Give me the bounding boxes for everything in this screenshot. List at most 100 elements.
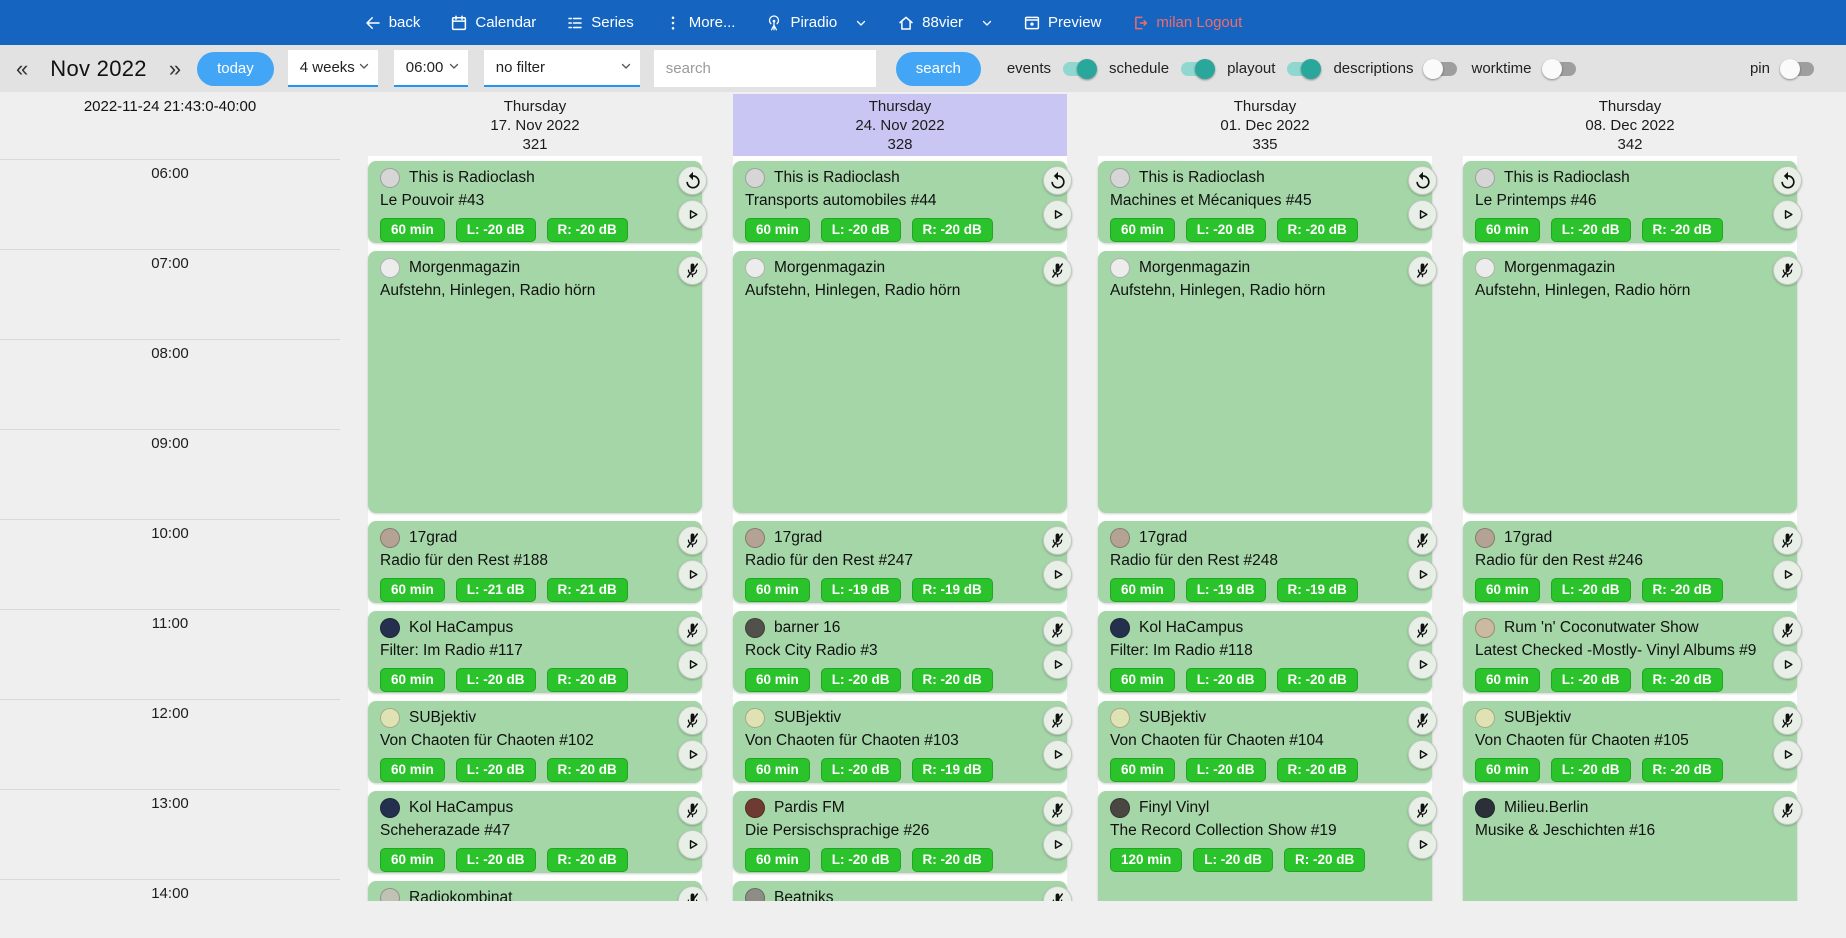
dropdown-chevron-piradio[interactable] (855, 17, 867, 29)
play-button[interactable] (1773, 650, 1802, 679)
event-card-this-is-radioclash[interactable]: This is RadioclashTransports automobiles… (733, 161, 1067, 243)
event-card-17grad[interactable]: 17gradRadio für den Rest #24860 minL: -1… (1098, 521, 1432, 603)
day-header-08-dec-2022[interactable]: Thursday08. Dec 2022342 (1463, 94, 1797, 156)
play-button[interactable] (1773, 560, 1802, 589)
event-card-this-is-radioclash[interactable]: This is RadioclashLe Pouvoir #4360 minL:… (368, 161, 702, 243)
event-card-kol-hacampus[interactable]: Kol HaCampusFilter: Im Radio #11760 minL… (368, 611, 702, 693)
event-card-kol-hacampus[interactable]: Kol HaCampusFilter: Im Radio #11860 minL… (1098, 611, 1432, 693)
event-card-17grad[interactable]: 17gradRadio für den Rest #24760 minL: -1… (733, 521, 1067, 603)
mic-off-button[interactable] (1408, 526, 1437, 555)
play-button[interactable] (1773, 200, 1802, 229)
mic-off-button[interactable] (1043, 616, 1072, 645)
play-button[interactable] (1043, 560, 1072, 589)
event-card-milieu-berlin[interactable]: Milieu.BerlinMusike & Jeschichten #16 (1463, 791, 1797, 901)
toggle-worktime[interactable] (1542, 59, 1578, 79)
today-button[interactable]: today (197, 52, 274, 86)
mic-off-button[interactable] (1773, 796, 1802, 825)
play-button[interactable] (678, 740, 707, 769)
event-card-this-is-radioclash[interactable]: This is RadioclashLe Printemps #4660 min… (1463, 161, 1797, 243)
play-button[interactable] (1043, 650, 1072, 679)
mic-off-button[interactable] (678, 706, 707, 735)
play-button[interactable] (678, 830, 707, 859)
mic-off-button[interactable] (1773, 256, 1802, 285)
event-card-finyl-vinyl[interactable]: Finyl VinylThe Record Collection Show #1… (1098, 791, 1432, 901)
mic-off-button[interactable] (1043, 706, 1072, 735)
mic-off-button[interactable] (678, 256, 707, 285)
range-select[interactable]: 4 weeks (288, 50, 378, 87)
event-card-subjektiv[interactable]: SUBjektivVon Chaoten für Chaoten #10260 … (368, 701, 702, 783)
play-button[interactable] (678, 200, 707, 229)
mic-off-button[interactable] (1408, 706, 1437, 735)
event-card-kol-hacampus[interactable]: Kol HaCampusScheherazade #4760 minL: -20… (368, 791, 702, 873)
nav-item-milan-logout[interactable]: milan Logout (1131, 14, 1242, 32)
search-input[interactable] (654, 50, 876, 87)
next-month-button[interactable]: » (167, 56, 183, 82)
mic-off-button[interactable] (1773, 616, 1802, 645)
duration-badge: 60 min (380, 668, 445, 692)
time-select[interactable]: 06:00 (394, 50, 468, 87)
event-card-subjektiv[interactable]: SUBjektivVon Chaoten für Chaoten #10360 … (733, 701, 1067, 783)
toggle-events[interactable] (1061, 59, 1097, 79)
mic-off-button[interactable] (1408, 256, 1437, 285)
event-card-pardis-fm[interactable]: Pardis FMDie Persischsprachige #2660 min… (733, 791, 1067, 873)
play-button[interactable] (678, 650, 707, 679)
play-button[interactable] (1043, 740, 1072, 769)
toggle-descriptions[interactable] (1423, 59, 1459, 79)
event-card-morgenmagazin[interactable]: MorgenmagazinAufstehn, Hinlegen, Radio h… (1463, 251, 1797, 513)
mic-off-button[interactable] (1408, 796, 1437, 825)
event-card-17grad[interactable]: 17gradRadio für den Rest #24660 minL: -2… (1463, 521, 1797, 603)
play-button[interactable] (1043, 200, 1072, 229)
mic-off-button[interactable] (1043, 256, 1072, 285)
nav-item-calendar[interactable]: Calendar (450, 14, 536, 32)
mic-off-button[interactable] (678, 526, 707, 555)
event-card-subjektiv[interactable]: SUBjektivVon Chaoten für Chaoten #10460 … (1098, 701, 1432, 783)
event-card-morgenmagazin[interactable]: MorgenmagazinAufstehn, Hinlegen, Radio h… (733, 251, 1067, 513)
event-card-radiokombinat[interactable]: Radiokombinat (368, 881, 702, 901)
replay-button[interactable] (1043, 166, 1072, 195)
search-button[interactable]: search (896, 52, 981, 86)
mic-off-button[interactable] (1773, 526, 1802, 555)
event-card-morgenmagazin[interactable]: MorgenmagazinAufstehn, Hinlegen, Radio h… (368, 251, 702, 513)
toggle-schedule[interactable] (1179, 59, 1215, 79)
nav-item-back[interactable]: back (364, 14, 421, 32)
play-button[interactable] (1408, 560, 1437, 589)
replay-button[interactable] (1773, 166, 1802, 195)
play-button[interactable] (1408, 200, 1437, 229)
mic-off-button[interactable] (1408, 616, 1437, 645)
dropdown-chevron-88vier[interactable] (981, 17, 993, 29)
event-card-beatniks[interactable]: Beatniks (733, 881, 1067, 901)
day-header-01-dec-2022[interactable]: Thursday01. Dec 2022335 (1098, 94, 1432, 156)
filter-select[interactable]: no filter (484, 50, 640, 87)
mic-off-button[interactable] (678, 796, 707, 825)
mic-off-button[interactable] (1043, 796, 1072, 825)
day-header-17-nov-2022[interactable]: Thursday17. Nov 2022321 (368, 94, 702, 156)
replay-button[interactable] (1408, 166, 1437, 195)
calendar-icon (450, 14, 468, 32)
event-show-name: Kol HaCampus (409, 619, 513, 637)
nav-item-piradio[interactable]: Piradio (765, 14, 837, 32)
nav-item-series[interactable]: Series (566, 14, 634, 32)
event-card-17grad[interactable]: 17gradRadio für den Rest #18860 minL: -2… (368, 521, 702, 603)
replay-button[interactable] (678, 166, 707, 195)
mic-off-button[interactable] (1773, 706, 1802, 735)
toggle-playout[interactable] (1285, 59, 1321, 79)
event-card-barner-16[interactable]: barner 16Rock City Radio #360 minL: -20 … (733, 611, 1067, 693)
event-card-subjektiv[interactable]: SUBjektivVon Chaoten für Chaoten #10560 … (1463, 701, 1797, 783)
nav-item-88vier[interactable]: 88vier (897, 14, 963, 32)
nav-item-preview[interactable]: Preview (1023, 14, 1101, 32)
event-card-this-is-radioclash[interactable]: This is RadioclashMachines et Mécaniques… (1098, 161, 1432, 243)
mic-off-button[interactable] (1043, 526, 1072, 555)
play-button[interactable] (1773, 740, 1802, 769)
play-button[interactable] (1408, 740, 1437, 769)
prev-month-button[interactable]: « (14, 56, 30, 82)
play-button[interactable] (678, 560, 707, 589)
play-button[interactable] (1043, 830, 1072, 859)
nav-item-more[interactable]: More... (664, 14, 736, 32)
play-button[interactable] (1408, 830, 1437, 859)
event-card-morgenmagazin[interactable]: MorgenmagazinAufstehn, Hinlegen, Radio h… (1098, 251, 1432, 513)
play-button[interactable] (1408, 650, 1437, 679)
toggle-pin[interactable] (1780, 59, 1816, 79)
day-header-24-nov-2022[interactable]: Thursday24. Nov 2022328 (733, 94, 1067, 156)
event-card-rum-n-coconutwater-show[interactable]: Rum 'n' Coconutwater ShowLatest Checked … (1463, 611, 1797, 693)
mic-off-button[interactable] (678, 616, 707, 645)
